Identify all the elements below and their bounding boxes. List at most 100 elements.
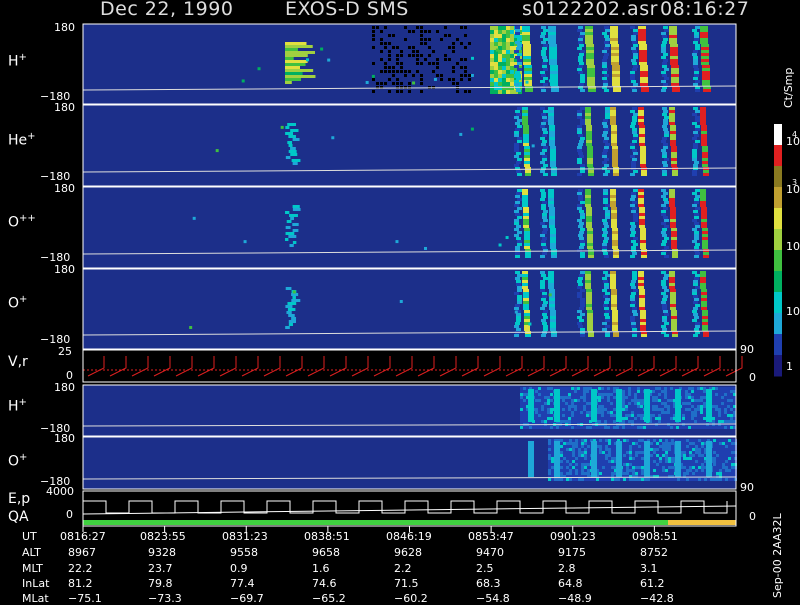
spectrogram-cell: [731, 442, 734, 445]
spectrogram-cell: [517, 68, 522, 71]
spectrogram-cell: [510, 38, 514, 42]
spectrogram-cell: [540, 161, 545, 164]
spectrogram-cell: [528, 404, 534, 407]
spectrogram-cell: [591, 401, 597, 404]
spectrogram-cell: [588, 170, 594, 173]
spectrogram-cell: [580, 50, 585, 53]
spectrogram-cell: [718, 414, 721, 417]
spectrogram-cell: [542, 155, 547, 158]
spectrogram-cell: [628, 402, 631, 405]
spectrogram-cell: [694, 237, 699, 240]
spectrogram-cell: [700, 411, 703, 414]
spectrogram-cell: [706, 450, 712, 453]
spectrogram-cell: [702, 325, 708, 328]
spectrogram-cell: [661, 44, 666, 47]
spectrogram-cell: [611, 225, 617, 228]
spectrogram-cell: [695, 439, 698, 442]
spectrogram-cell: [498, 82, 502, 86]
spectrogram-cell: [550, 231, 556, 234]
spectrogram-cell: [692, 466, 695, 469]
spectrogram-cell: [587, 164, 593, 167]
spectrogram-cell: [506, 42, 510, 46]
spectrogram-cell: [668, 442, 671, 445]
spectrogram-cell: [630, 198, 635, 201]
spectrogram-cell: [639, 216, 645, 219]
spectrogram-cell: [692, 29, 697, 32]
spectrogram-cell: [560, 463, 563, 466]
spectrogram-cell: [585, 195, 591, 198]
spectrogram-cell: [619, 426, 622, 429]
spectrogram-cell: [591, 389, 597, 392]
spectrogram-cell: [522, 107, 528, 110]
spectrogram-cell: [598, 402, 601, 405]
spectrogram-cell: [662, 107, 667, 110]
spectrogram-cell: [549, 137, 555, 140]
spectrogram-cell: [560, 445, 563, 448]
spectrogram-cell: [672, 89, 680, 92]
spectrogram-cell: [602, 71, 607, 74]
spectrogram-gap: [400, 66, 403, 69]
spectrogram-cell: [640, 316, 646, 319]
spectrogram-cell: [604, 237, 609, 240]
spectrogram-cell: [702, 228, 708, 231]
spectrogram-cell: [680, 478, 683, 481]
spectrogram-cell: [682, 402, 685, 405]
spectrogram-cell: [698, 442, 701, 445]
spectrogram-cell: [716, 454, 719, 457]
spectrogram-cell: [725, 475, 728, 478]
spectrogram-cell: [625, 405, 628, 408]
spectrogram-cell: [695, 207, 700, 210]
orbit-cell: 23.7: [148, 562, 173, 575]
spectrogram-cell: [670, 304, 676, 307]
spectrogram-cell: [603, 119, 608, 122]
spectrogram-cell: [731, 439, 734, 442]
spectrogram-cell: [669, 198, 675, 201]
spectrogram-cell: [581, 463, 584, 466]
spectrogram-cell: [587, 71, 595, 74]
spectrogram-cell: [602, 155, 607, 158]
spectrogram-cell: [611, 301, 617, 304]
spectrogram-cell: [578, 460, 581, 463]
spectrogram-cell: [611, 140, 617, 143]
spectrogram-cell: [706, 441, 712, 444]
spectrogram-cell: [520, 408, 523, 411]
spectrogram-gap: [412, 46, 415, 49]
spectrogram-cell: [514, 204, 519, 207]
spectrogram-cell: [669, 122, 675, 125]
spectrogram-cell: [542, 313, 547, 316]
spectrogram-gap: [452, 66, 455, 69]
spectrogram-cell: [644, 416, 650, 419]
orbit-cell: 22.2: [68, 562, 93, 575]
spectrogram-cell: [571, 408, 574, 411]
spectrogram-gap: [404, 26, 407, 29]
spectrogram-cell: [591, 416, 597, 419]
spectrogram-cell: [632, 472, 635, 475]
spectrogram-cell: [724, 420, 727, 423]
spectrogram-cell: [665, 460, 668, 463]
spectrogram-cell: [524, 316, 530, 319]
spectrogram-cell: [640, 310, 646, 313]
spectrogram-cell: [616, 441, 622, 444]
spectrogram-cell: [692, 469, 695, 472]
spectrogram-cell: [663, 143, 668, 146]
spectrogram-cell: [543, 310, 548, 313]
spectrogram-cell: [613, 390, 616, 393]
spectrogram-cell: [710, 478, 713, 481]
spectrogram-cell: [579, 62, 584, 65]
panel-label-o-plus: O+: [8, 294, 28, 312]
spectrogram-cell: [510, 54, 514, 58]
spectrogram-cell: [671, 439, 674, 442]
spectrogram-cell: [632, 466, 635, 469]
spectrogram-cell: [585, 189, 591, 192]
spectrogram-cell: [695, 442, 698, 445]
spectrogram-cell: [725, 472, 728, 475]
spectrogram-cell: [586, 387, 589, 390]
spectrogram-cell: [661, 280, 666, 283]
spectrogram-cell: [692, 460, 695, 463]
spectrogram-cell: [572, 439, 575, 442]
spectrogram-cell: [661, 426, 664, 429]
spectrogram-cell: [716, 460, 719, 463]
spectrogram-cell: [587, 319, 593, 322]
spectrogram-gap: [420, 30, 423, 33]
spectrogram-cell: [575, 442, 578, 445]
